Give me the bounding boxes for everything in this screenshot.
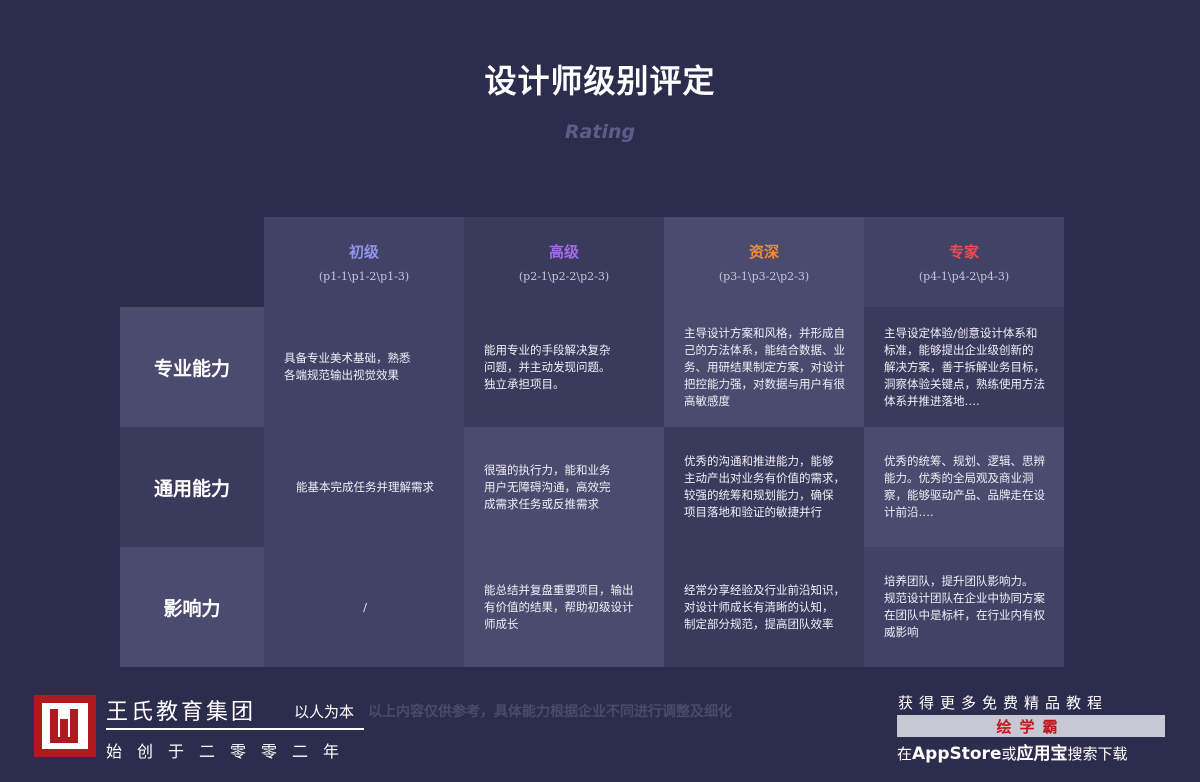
cell-line: 主导设定体验/创意设计体系和 <box>884 325 1038 340</box>
cell-line: 优秀的沟通和推进能力，能够 <box>684 454 834 468</box>
cell-line: 较强的统筹和规划能力，确保 <box>684 488 834 502</box>
level-code: (p2-1\p2-2\p2-3) <box>518 270 610 283</box>
page-title: 设计师级别评定 <box>484 62 716 100</box>
level-name: 资深 <box>748 243 779 261</box>
cell-line: 洞察体验关键点，熟练使用方法 <box>884 376 1045 391</box>
promo-text-mid: 或 <box>1001 745 1017 763</box>
cell-text: 具备专业美术基础，熟悉 各端规范输出视觉效果 <box>284 350 411 384</box>
cell-line: 能力。优秀的全局观及商业洞 <box>884 471 1034 485</box>
cell-line: 能总结并复盘重要项目，输出 <box>484 582 634 597</box>
cell-text: 很强的执行力，能和业务 用户无障碍沟通，高效完 成需求任务或反推需求 <box>484 462 611 513</box>
cell-line: 标准，能够提出企业级创新的 <box>884 342 1034 357</box>
table-corner <box>120 217 264 307</box>
cell-line: 体系并推进落地…. <box>884 393 980 408</box>
cell-text: 能用专业的手段解决复杂 问题，并主动发现问题。 独立承担项目。 <box>484 342 611 393</box>
promo-text-pre: 在 <box>897 745 913 763</box>
promo-yingyongbao: 应用宝 <box>1016 744 1068 764</box>
cell-line: 师成长 <box>484 616 519 631</box>
cell-text: 主导设定体验/创意设计体系和 标准，能够提出企业级创新的 解决方案，善于拆解业务目标… <box>884 325 1045 410</box>
promo-download-line: 在AppStore或应用宝搜索下载 <box>897 739 1128 764</box>
cell-line: 优秀的统筹、规划、逻辑、思辨 <box>884 454 1045 468</box>
brand-name: 王氏教育集团 <box>106 700 257 725</box>
cell-line: 威影响 <box>884 625 919 639</box>
level-header: 资深 (p3-1\p3-2\p2-3) <box>664 217 864 307</box>
level-header: 专家 (p4-1\p4-2\p4-3) <box>864 217 1064 307</box>
promo-app-name: 绘学霸 <box>897 715 1165 737</box>
cell-text: 经常分享经验及行业前沿知识， 对设计师成长有清晰的认知， 制定部分规范，提高团队效率 <box>684 582 845 633</box>
cell-line: 主导设计方案和风格，并形成自 <box>684 325 845 340</box>
row-header: 影响力 <box>120 547 264 667</box>
cell-line: 务、用研结果制定方案，对设计 <box>684 359 845 374</box>
cell-text: 能基本完成任务并理解需求 <box>296 479 434 496</box>
level-header: 初级 (p1-1\p1-2\p1-3) <box>264 217 464 307</box>
cell-text: 培养团队，提升团队影响力。 规范设计团队在企业中协同方案 在团队中是标杆，在行业内有… <box>884 573 1045 641</box>
level-code: (p4-1\p4-2\p4-3) <box>918 270 1010 283</box>
level-name: 高级 <box>548 243 579 261</box>
promo-appstore: AppStore <box>912 744 1002 764</box>
level-code: (p3-1\p3-2\p2-3) <box>718 270 810 283</box>
cell-line: / <box>363 599 367 614</box>
promo-text-post: 搜索下载 <box>1067 745 1128 763</box>
cell-line: 主动产出对业务有价值的需求， <box>684 471 845 485</box>
cell-text: / <box>363 599 367 616</box>
cell-line: 成需求任务或反推需求 <box>484 496 599 511</box>
cell-line: 经常分享经验及行业前沿知识， <box>684 582 845 597</box>
cell-line: 独立承担项目。 <box>484 376 565 391</box>
page-subtitle: Rating <box>564 121 636 143</box>
cell-text: 主导设计方案和风格，并形成自 己的方法体系，能结合数据、业 务、用研结果制定方案，对… <box>684 325 845 410</box>
cell-text: 优秀的统筹、规划、逻辑、思辨 能力。优秀的全局观及商业洞 察，能够驱动产品、品牌走在… <box>884 453 1045 521</box>
level-code: (p1-1\p1-2\p1-3) <box>318 270 410 283</box>
cell-line: 把控能力强，对数据与用户有很 <box>684 376 845 391</box>
table-cell: 经常分享经验及行业前沿知识， 对设计师成长有清晰的认知， 制定部分规范，提高团队效率 <box>664 547 864 667</box>
level-name: 初级 <box>348 243 379 261</box>
promo-line: 获得更多免费精品教程 <box>898 694 1109 712</box>
cell-line: 项目落地和验证的敏捷并行 <box>684 505 822 519</box>
cell-line: 高敏感度 <box>684 393 730 408</box>
cell-line: 对设计师成长有清晰的认知， <box>684 599 834 614</box>
cell-line: 在团队中是标杆，在行业内有权 <box>884 608 1045 622</box>
cell-line: 制定部分规范，提高团队效率 <box>684 616 834 631</box>
table-cell: 具备专业美术基础，熟悉 各端规范输出视觉效果 <box>264 307 464 427</box>
rating-table: 初级 (p1-1\p1-2\p1-3) 高级 (p2-1\p2-2\p2-3) 资深 (p… <box>120 217 1064 667</box>
table-cell: 主导设定体验/创意设计体系和 标准，能够提出企业级创新的 解决方案，善于拆解业务目标… <box>864 307 1064 427</box>
brand-divider <box>106 728 364 730</box>
cell-text: 优秀的沟通和推进能力，能够 主动产出对业务有价值的需求， 较强的统筹和规划能力，确保… <box>684 453 845 521</box>
table-cell: / <box>264 547 464 667</box>
table-cell: 能基本完成任务并理解需求 <box>264 427 464 547</box>
cell-line: 解决方案，善于拆解业务目标， <box>884 359 1045 374</box>
table-cell: 优秀的统筹、规划、逻辑、思辨 能力。优秀的全局观及商业洞 察，能够驱动产品、品牌走在… <box>864 427 1064 547</box>
table-cell: 培养团队，提升团队影响力。 规范设计团队在企业中协同方案 在团队中是标杆，在行业内有… <box>864 547 1064 667</box>
cell-line: 各端规范输出视觉效果 <box>284 368 399 382</box>
cell-line: 有价值的结果，帮助初级设计 <box>484 599 634 614</box>
cell-line: 规范设计团队在企业中协同方案 <box>884 591 1045 605</box>
page: 设计师级别评定 Rating 初级 (p1-1\p1-2\p1-3) 高级 (p2-1… <box>0 0 1200 782</box>
cell-line: 具备专业美术基础，熟悉 <box>284 351 411 365</box>
cell-line: 用户无障碍沟通，高效完 <box>484 479 611 494</box>
table-cell: 优秀的沟通和推进能力，能够 主动产出对业务有价值的需求， 较强的统筹和规划能力，确保… <box>664 427 864 547</box>
level-header: 高级 (p2-1\p2-2\p2-3) <box>464 217 664 307</box>
table-cell: 能用专业的手段解决复杂 问题，并主动发现问题。 独立承担项目。 <box>464 307 664 427</box>
cell-text: 能总结并复盘重要项目，输出 有价值的结果，帮助初级设计 师成长 <box>484 582 634 633</box>
level-name: 专家 <box>948 243 979 261</box>
cell-line: 问题，并主动发现问题。 <box>484 359 611 374</box>
row-header: 通用能力 <box>120 427 264 547</box>
cell-line: 己的方法体系，能结合数据、业 <box>684 342 845 357</box>
cell-line: 培养团队，提升团队影响力。 <box>884 574 1034 588</box>
cell-line: 能基本完成任务并理解需求 <box>296 479 434 494</box>
cell-line: 能用专业的手段解决复杂 <box>484 342 611 357</box>
cell-line: 察，能够驱动产品、品牌走在设 <box>884 488 1045 502</box>
brand-motto: 以人为本 <box>294 703 355 721</box>
cell-line: 计前沿…. <box>884 505 934 519</box>
table-cell: 很强的执行力，能和业务 用户无障碍沟通，高效完 成需求任务或反推需求 <box>464 427 664 547</box>
disclaimer-note: 以上内容仅供参考，具体能力根据企业不同进行调整及细化 <box>368 704 732 720</box>
table-cell: 主导设计方案和风格，并形成自 己的方法体系，能结合数据、业 务、用研结果制定方案，对… <box>664 307 864 427</box>
brand-since: 始创于二零零二年 <box>106 742 355 761</box>
brand-logo <box>34 695 96 757</box>
table-cell: 能总结并复盘重要项目，输出 有价值的结果，帮助初级设计 师成长 <box>464 547 664 667</box>
row-header: 专业能力 <box>120 307 264 427</box>
cell-line: 很强的执行力，能和业务 <box>484 462 611 477</box>
